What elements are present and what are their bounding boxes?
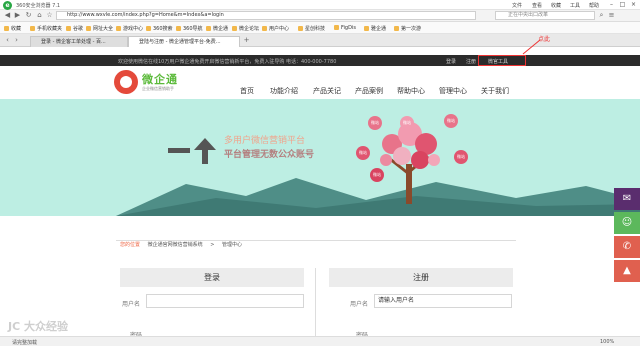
bookmark-item[interactable]: 第一次游	[394, 25, 421, 32]
qq-icon[interactable]: ☺	[614, 212, 640, 234]
nav-products[interactable]: 产品关记	[313, 86, 341, 96]
watermark-text: JC 大众经验	[8, 320, 68, 333]
nav-help[interactable]: 帮助中心	[397, 86, 425, 96]
minimize-icon[interactable]: –	[606, 1, 617, 9]
scroll-top-icon[interactable]: ▲	[614, 260, 640, 282]
site-info-text: 欢迎使用微信在线10万用户微企通免费开启微信营销新平台，免费入驻导购 电话：40…	[118, 59, 337, 65]
bookmark-item[interactable]: 微企论坛	[232, 25, 259, 32]
register-panel-title: 注册	[329, 268, 513, 287]
nav-about[interactable]: 关于我们	[481, 86, 509, 96]
search-input[interactable]: 正在中央出口改革	[495, 11, 595, 20]
nav-home[interactable]: 首页	[240, 86, 254, 96]
logo-subtitle: 企业微信营销助手	[142, 86, 174, 91]
menu-view[interactable]: 查看	[532, 2, 542, 9]
login-username-label: 用户名	[122, 301, 141, 308]
bookmark-item[interactable]: FigDis	[334, 25, 356, 31]
close-icon[interactable]: ×	[628, 1, 639, 9]
breadcrumb-label: 您的位置	[120, 242, 141, 248]
phone-icon[interactable]: ✆	[614, 236, 640, 258]
bookmark-item[interactable]: 微企通	[206, 25, 228, 32]
panel-divider	[315, 268, 316, 336]
nav-cases[interactable]: 产品案例	[355, 86, 383, 96]
breadcrumb-separator: >	[210, 242, 215, 248]
search-icon[interactable]: ⌕	[597, 11, 606, 20]
breadcrumb-site[interactable]: 微企通官网微信营销系统	[148, 242, 203, 248]
banner-bubble: 微站	[454, 150, 468, 164]
menu-tools[interactable]: 工具	[570, 2, 580, 9]
nav-features[interactable]: 功能介绍	[270, 86, 298, 96]
login-panel-title: 登录	[120, 268, 304, 287]
menu-icon[interactable]: ≡	[607, 11, 616, 20]
banner-bubble: 微站	[444, 114, 458, 128]
banner-subtitle: 平台管理无数公众账号	[224, 150, 315, 160]
tab-nav-icon[interactable]: ‹	[3, 36, 12, 45]
bookmark-item[interactable]: 星创科技	[298, 25, 325, 32]
bookmark-item[interactable]: 游戏中心	[116, 25, 143, 32]
tab-login[interactable]: 登录 - 微企客工单处理 - 百...	[30, 36, 128, 47]
wechat-icon[interactable]: ✉	[614, 188, 640, 210]
banner-bubble: 微站	[370, 168, 384, 182]
tab-nav-icon[interactable]: ›	[12, 36, 21, 45]
bookmark-item[interactable]: 用户中心	[262, 25, 289, 32]
register-username-input[interactable]: 请输入用户名	[374, 294, 512, 308]
banner-title: 多用户微信营销平台	[224, 136, 306, 146]
bookmark-item[interactable]: 360导航	[176, 25, 203, 32]
bookmark-item[interactable]: 手机收藏夹	[30, 25, 62, 32]
status-text: 请完整加载	[12, 340, 38, 346]
annotation-arrow	[522, 39, 541, 55]
banner-bubble: 微站	[368, 116, 382, 130]
forward-icon[interactable]: ▶	[13, 11, 22, 20]
bookmark-item[interactable]: 谷歌	[66, 25, 83, 32]
menu-favorites[interactable]: 收藏	[551, 2, 561, 9]
menu-help[interactable]: 帮助	[589, 2, 599, 9]
browser-logo-icon: e	[3, 1, 12, 10]
banner-arrow-icon	[168, 138, 216, 164]
bookmarks-bar: 收藏 手机收藏夹 谷歌 网址大全 游戏中心 360搜索 360导航 微企通 微企…	[0, 22, 640, 34]
bookmark-item[interactable]: 雅企通	[364, 25, 386, 32]
logo-face-icon	[120, 76, 132, 88]
browser-title: 360安全浏览器 7.1	[16, 3, 61, 9]
register-link[interactable]: 注册	[466, 58, 476, 65]
bookmark-item[interactable]: 收藏	[4, 25, 21, 32]
nav-admin[interactable]: 管理中心	[439, 86, 467, 96]
login-username-input[interactable]	[146, 294, 304, 308]
divider	[116, 240, 516, 241]
site-info-bar: 欢迎使用微信在线10万用户微企通免费开启微信营销新平台，免费入驻导购 电话：40…	[0, 55, 640, 66]
status-bar: 请完整加载 100%	[0, 336, 640, 346]
new-tab-icon[interactable]: +	[242, 36, 251, 45]
browser-title-bar: e 360安全浏览器 7.1 文件 查看 收藏 工具 帮助 – □ ×	[0, 0, 640, 10]
tab-register[interactable]: 登陆与注册 - 微企通管理平台-免费...	[128, 36, 240, 47]
breadcrumb-page[interactable]: 管理中心	[222, 242, 242, 248]
banner-bubble: 微站	[356, 146, 370, 160]
banner-bubble: 微站	[400, 116, 414, 130]
register-username-label: 用户名	[350, 301, 369, 308]
url-input[interactable]: http://www.wxvle.com/index.php?g=Home&m=…	[56, 11, 476, 20]
logo-name[interactable]: 微企通	[142, 71, 178, 87]
back-icon[interactable]: ◀	[3, 11, 12, 20]
breadcrumb: 您的位置 微企通官网微信营销系统 > 管理中心	[120, 241, 242, 248]
zoom-level[interactable]: 100%	[600, 339, 614, 345]
login-link[interactable]: 登录	[446, 58, 456, 65]
bookmark-item[interactable]: 网址大全	[86, 25, 113, 32]
highlight-box	[478, 55, 526, 66]
bookmark-item[interactable]: 360搜索	[146, 25, 173, 32]
menu-file[interactable]: 文件	[512, 2, 522, 9]
address-toolbar: ◀ ▶ ↻ ⌂ ☆ http://www.wxvle.com/index.php…	[0, 10, 640, 22]
maximize-icon[interactable]: □	[617, 1, 628, 9]
home-icon[interactable]: ⌂	[35, 11, 44, 20]
refresh-icon[interactable]: ↻	[24, 11, 33, 20]
star-icon[interactable]: ☆	[45, 11, 54, 20]
